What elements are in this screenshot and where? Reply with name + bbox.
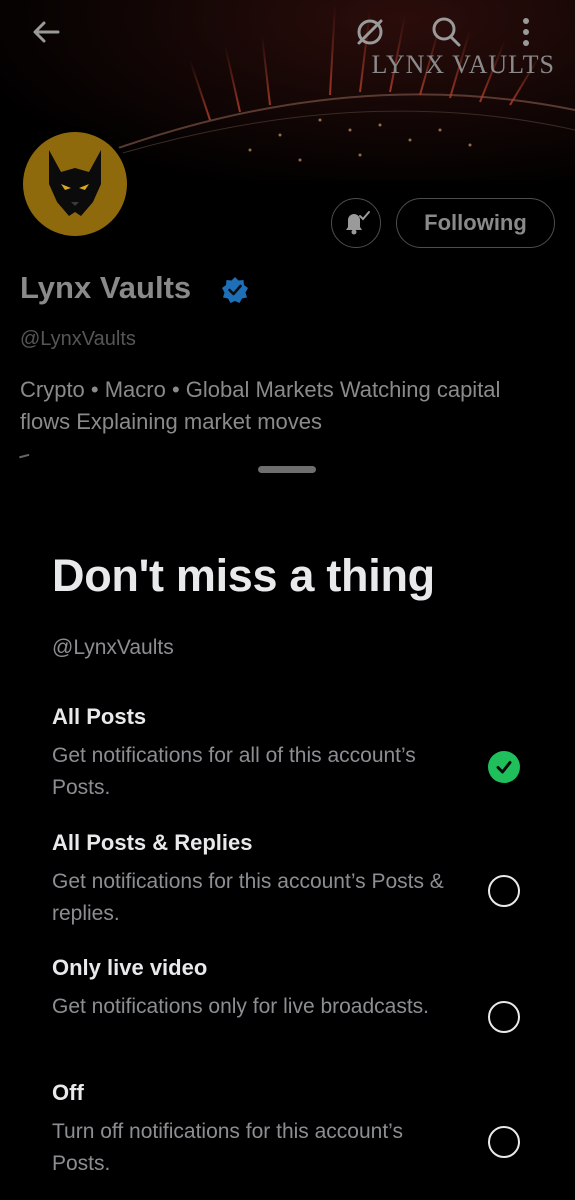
following-button[interactable]: Following [396,198,555,248]
lynx-logo [23,132,127,236]
option-label: All Posts & Replies [52,830,253,855]
verified-badge [221,276,249,309]
radio-unselected[interactable] [488,1126,520,1158]
verified-badge-icon [222,277,248,303]
notifications-bell-button[interactable] [331,198,381,248]
bell-check-icon [346,211,370,235]
more-vertical-icon [523,18,529,46]
option-all-posts[interactable]: All Posts Get notifications for all of t… [0,704,575,824]
option-only-live-video[interactable]: Only live video Get notifications only f… [0,955,575,1075]
search-icon [432,17,461,47]
profile-name: Lynx Vaults [20,270,192,305]
option-label: Off [52,1080,84,1105]
back-button[interactable] [28,14,64,50]
option-label: All Posts [52,704,147,729]
radio-unselected[interactable] [488,1001,520,1033]
radio-selected[interactable] [488,751,520,783]
sheet-title: Don't miss a thing [52,550,435,601]
option-description: Turn off notifications for this account’… [52,1120,403,1175]
sheet-drag-handle[interactable] [258,466,316,473]
sheet-account-handle: @LynxVaults [52,636,174,659]
profile-handle: @LynxVaults [20,328,136,350]
search-button[interactable] [428,14,464,50]
option-description: Get notifications for this account’s Pos… [52,870,444,925]
notification-settings-sheet: Don't miss a thing @LynxVaults All Posts… [0,500,575,1200]
checkmark-icon [496,761,512,774]
radio-unselected[interactable] [488,875,520,907]
sync-off-button[interactable] [352,14,388,50]
option-description: Get notifications only for live broadcas… [52,995,430,1018]
more-options-button[interactable] [508,14,544,50]
profile-bio: Crypto • Macro • Global Markets Watching… [20,377,501,434]
option-label: Only live video [52,955,208,980]
arrow-left-icon [33,21,60,43]
lynx-head-icon [49,150,101,216]
bio-link-fragment [19,453,31,465]
no-sync-icon [357,19,383,45]
avatar[interactable] [18,127,132,241]
option-off[interactable]: Off Turn off notifications for this acco… [0,1080,575,1200]
option-description: Get notifications for all of this accoun… [52,744,416,799]
banner-title: LYNX VAULTS [371,50,555,79]
option-all-posts-replies[interactable]: All Posts & Replies Get notifications fo… [0,830,575,950]
